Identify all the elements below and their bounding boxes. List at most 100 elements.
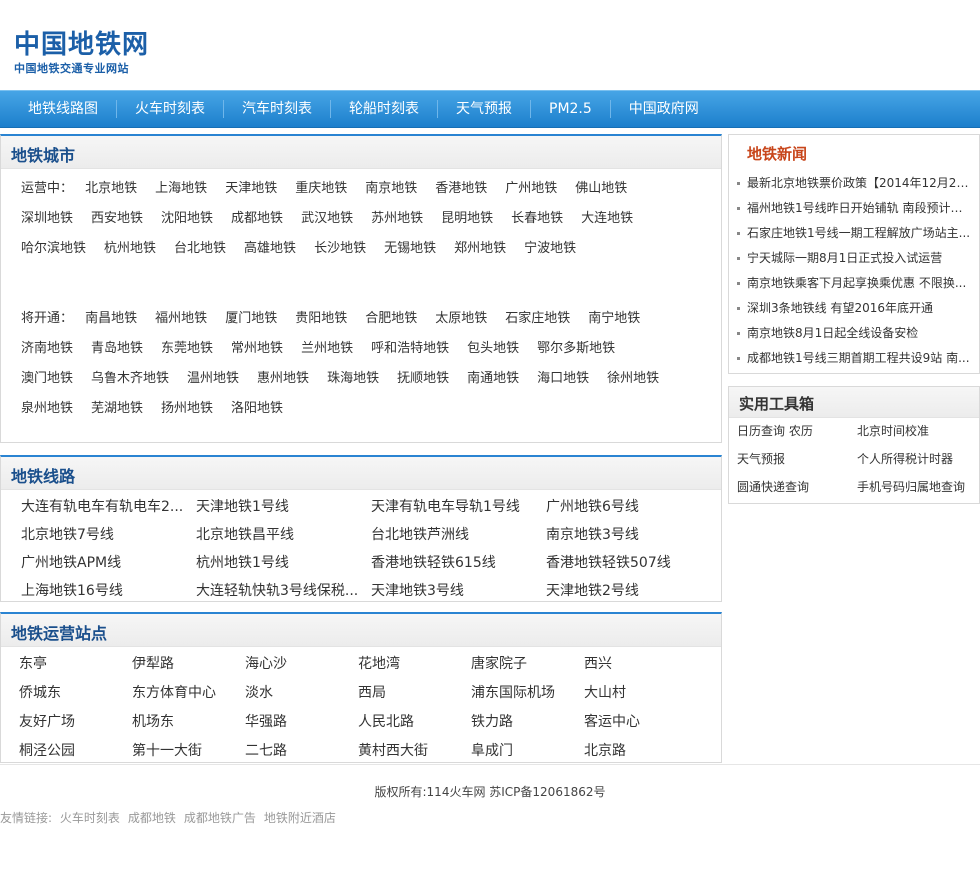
city-link[interactable]: 武汉地铁 bbox=[301, 211, 353, 226]
tool-link[interactable]: 个人所得税计时器 bbox=[857, 445, 977, 473]
city-link[interactable]: 深圳地铁 bbox=[21, 211, 73, 226]
station-link[interactable]: 花地湾 bbox=[358, 650, 471, 679]
city-link[interactable]: 石家庄地铁 bbox=[505, 311, 570, 326]
city-link[interactable]: 包头地铁 bbox=[467, 341, 519, 356]
news-item[interactable]: 石家庄地铁1号线一期工程解放广场站主... bbox=[737, 221, 973, 246]
city-link[interactable]: 济南地铁 bbox=[21, 341, 73, 356]
nav-weather[interactable]: 天气预报 bbox=[438, 100, 531, 118]
city-link[interactable]: 乌鲁木齐地铁 bbox=[91, 371, 169, 386]
city-link[interactable]: 南京地铁 bbox=[365, 181, 417, 196]
city-link[interactable]: 佛山地铁 bbox=[575, 181, 627, 196]
city-link[interactable]: 西安地铁 bbox=[91, 211, 143, 226]
line-link[interactable]: 北京地铁昌平线 bbox=[196, 521, 371, 549]
line-link[interactable]: 大连有轨电车有轨电车2... bbox=[21, 493, 196, 521]
city-link[interactable]: 宁波地铁 bbox=[524, 241, 576, 256]
station-link[interactable]: 东亭 bbox=[19, 650, 132, 679]
line-link[interactable]: 杭州地铁1号线 bbox=[196, 549, 371, 577]
station-link[interactable]: 淡水 bbox=[245, 679, 358, 708]
city-link[interactable]: 昆明地铁 bbox=[441, 211, 493, 226]
city-link[interactable]: 成都地铁 bbox=[231, 211, 283, 226]
news-item[interactable]: 福州地铁1号线昨日开始铺轨 南段预计明... bbox=[737, 196, 973, 221]
tool-link[interactable]: 圆通快递查询 bbox=[737, 473, 857, 501]
city-link[interactable]: 上海地铁 bbox=[155, 181, 207, 196]
station-link[interactable]: 伊犁路 bbox=[132, 650, 245, 679]
city-link[interactable]: 南通地铁 bbox=[467, 371, 519, 386]
line-link[interactable]: 香港地铁轻铁615线 bbox=[371, 549, 546, 577]
city-link[interactable]: 沈阳地铁 bbox=[161, 211, 213, 226]
city-link[interactable]: 兰州地铁 bbox=[301, 341, 353, 356]
city-link[interactable]: 东莞地铁 bbox=[161, 341, 213, 356]
tool-link[interactable]: 北京时间校准 bbox=[857, 417, 977, 445]
station-link[interactable]: 大山村 bbox=[584, 679, 697, 708]
city-link[interactable]: 长春地铁 bbox=[511, 211, 563, 226]
line-link[interactable]: 广州地铁6号线 bbox=[546, 493, 721, 521]
station-link[interactable]: 二七路 bbox=[245, 737, 358, 766]
nav-gov[interactable]: 中国政府网 bbox=[611, 100, 717, 118]
station-link[interactable]: 第十一大街 bbox=[132, 737, 245, 766]
city-link[interactable]: 徐州地铁 bbox=[607, 371, 659, 386]
city-link[interactable]: 广州地铁 bbox=[505, 181, 557, 196]
city-link[interactable]: 合肥地铁 bbox=[365, 311, 417, 326]
line-link[interactable]: 天津有轨电车导轨1号线 bbox=[371, 493, 546, 521]
city-link[interactable]: 台北地铁 bbox=[174, 241, 226, 256]
city-link[interactable]: 香港地铁 bbox=[435, 181, 487, 196]
line-link[interactable]: 台北地铁芦洲线 bbox=[371, 521, 546, 549]
city-link[interactable]: 长沙地铁 bbox=[314, 241, 366, 256]
city-link[interactable]: 太原地铁 bbox=[435, 311, 487, 326]
station-link[interactable]: 机场东 bbox=[132, 708, 245, 737]
city-link[interactable]: 澳门地铁 bbox=[21, 371, 73, 386]
city-link[interactable]: 郑州地铁 bbox=[454, 241, 506, 256]
line-link[interactable]: 大连轻轨快轨3号线保税... bbox=[196, 577, 371, 605]
tool-link[interactable]: 天气预报 bbox=[737, 445, 857, 473]
station-link[interactable]: 人民北路 bbox=[358, 708, 471, 737]
nav-pm25[interactable]: PM2.5 bbox=[531, 100, 611, 118]
city-link[interactable]: 海口地铁 bbox=[537, 371, 589, 386]
friend-link[interactable]: 成都地铁 bbox=[128, 811, 176, 825]
news-item[interactable]: 宁天城际一期8月1日正式投入试运营 bbox=[737, 246, 973, 271]
station-link[interactable]: 桐泾公园 bbox=[19, 737, 132, 766]
station-link[interactable]: 东方体育中心 bbox=[132, 679, 245, 708]
friend-link[interactable]: 地铁附近酒店 bbox=[264, 811, 336, 825]
line-link[interactable]: 天津地铁2号线 bbox=[546, 577, 721, 605]
city-link[interactable]: 天津地铁 bbox=[225, 181, 277, 196]
station-link[interactable]: 侨城东 bbox=[19, 679, 132, 708]
city-link[interactable]: 惠州地铁 bbox=[257, 371, 309, 386]
city-link[interactable]: 重庆地铁 bbox=[295, 181, 347, 196]
station-link[interactable]: 北京路 bbox=[584, 737, 697, 766]
station-link[interactable]: 海心沙 bbox=[245, 650, 358, 679]
nav-bus-schedule[interactable]: 汽车时刻表 bbox=[224, 100, 331, 118]
friend-link[interactable]: 火车时刻表 bbox=[60, 811, 120, 825]
news-item[interactable]: 南京地铁8月1日起全线设备安检 bbox=[737, 321, 973, 346]
city-link[interactable]: 高雄地铁 bbox=[244, 241, 296, 256]
city-link[interactable]: 泉州地铁 bbox=[21, 401, 73, 416]
line-link[interactable]: 天津地铁3号线 bbox=[371, 577, 546, 605]
site-logo[interactable]: 中国地铁网 中国地铁交通专业网站 bbox=[14, 30, 149, 76]
nav-ship-schedule[interactable]: 轮船时刻表 bbox=[331, 100, 438, 118]
city-link[interactable]: 芜湖地铁 bbox=[91, 401, 143, 416]
station-link[interactable]: 友好广场 bbox=[19, 708, 132, 737]
line-link[interactable]: 香港地铁轻铁507线 bbox=[546, 549, 721, 577]
nav-subway-map[interactable]: 地铁线路图 bbox=[0, 100, 117, 118]
station-link[interactable]: 西兴 bbox=[584, 650, 697, 679]
station-link[interactable]: 黄村西大街 bbox=[358, 737, 471, 766]
line-link[interactable]: 广州地铁APM线 bbox=[21, 549, 196, 577]
city-link[interactable]: 温州地铁 bbox=[187, 371, 239, 386]
city-link[interactable]: 抚顺地铁 bbox=[397, 371, 449, 386]
city-link[interactable]: 哈尔滨地铁 bbox=[21, 241, 86, 256]
city-link[interactable]: 洛阳地铁 bbox=[231, 401, 283, 416]
station-link[interactable]: 浦东国际机场 bbox=[471, 679, 584, 708]
line-link[interactable]: 北京地铁7号线 bbox=[21, 521, 196, 549]
city-link[interactable]: 厦门地铁 bbox=[225, 311, 277, 326]
city-link[interactable]: 杭州地铁 bbox=[104, 241, 156, 256]
city-link[interactable]: 扬州地铁 bbox=[161, 401, 213, 416]
station-link[interactable]: 客运中心 bbox=[584, 708, 697, 737]
city-link[interactable]: 珠海地铁 bbox=[327, 371, 379, 386]
friend-link[interactable]: 成都地铁广告 bbox=[184, 811, 256, 825]
city-link[interactable]: 呼和浩特地铁 bbox=[371, 341, 449, 356]
tool-link[interactable]: 日历查询 农历 bbox=[737, 417, 857, 445]
city-link[interactable]: 南昌地铁 bbox=[85, 311, 137, 326]
city-link[interactable]: 贵阳地铁 bbox=[295, 311, 347, 326]
city-link[interactable]: 南宁地铁 bbox=[588, 311, 640, 326]
city-link[interactable]: 青岛地铁 bbox=[91, 341, 143, 356]
city-link[interactable]: 大连地铁 bbox=[581, 211, 633, 226]
